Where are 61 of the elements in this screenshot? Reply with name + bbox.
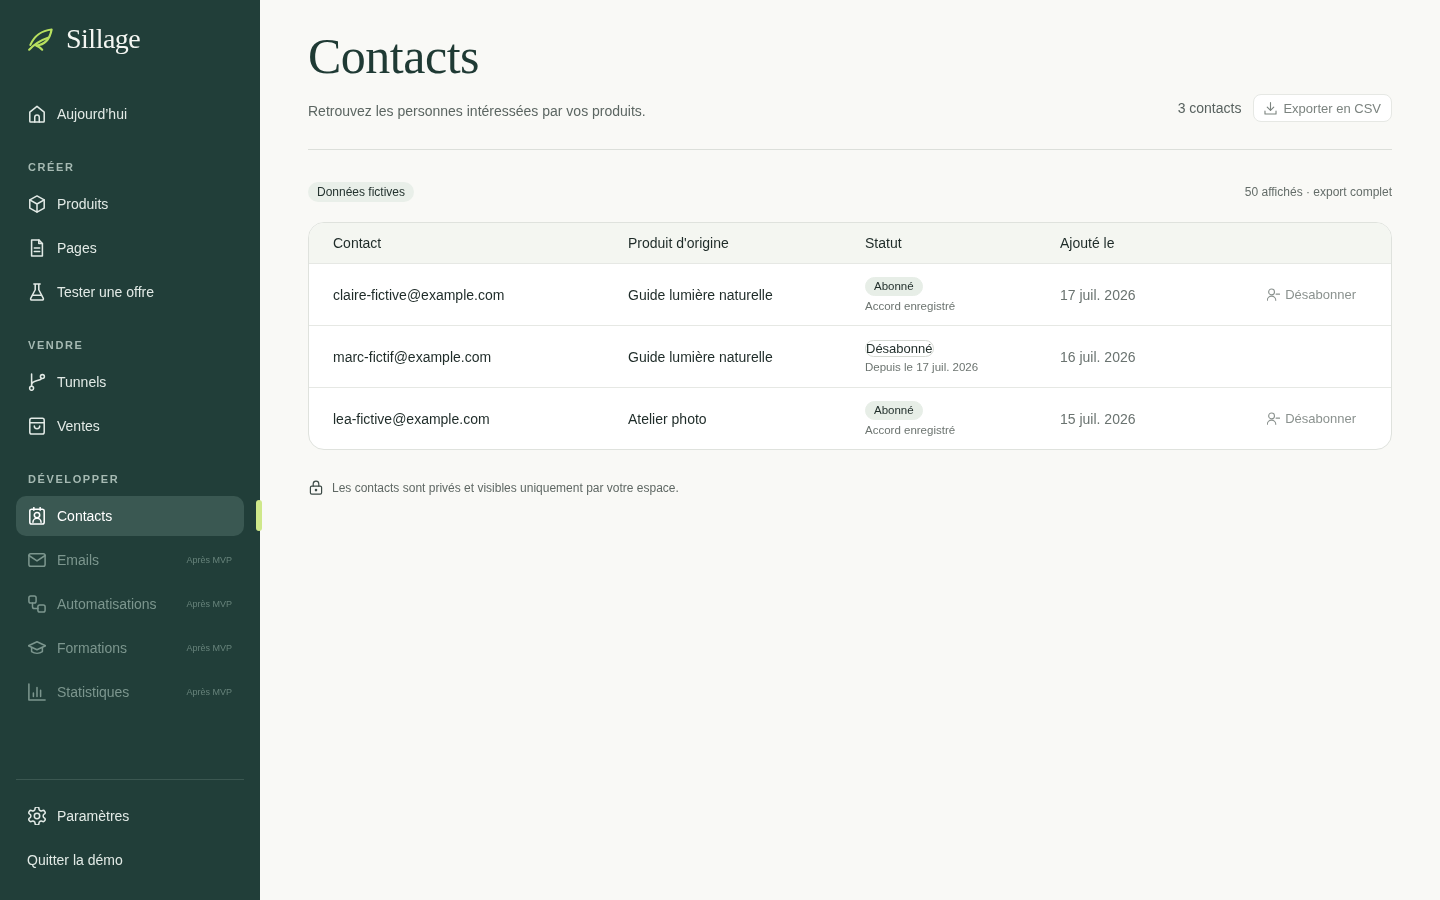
- product-name: Atelier photo: [628, 410, 708, 427]
- graduation-cap-icon: [28, 639, 46, 657]
- added-date: 17 juil. 2026: [1060, 286, 1137, 303]
- section-heading: DÉVELOPPER: [27, 472, 121, 487]
- privacy-note: Les contacts sont privés et visibles uniquement par votre espace.: [332, 480, 679, 495]
- cube-icon: [28, 195, 46, 213]
- product-name: Guide lumière naturelle: [628, 348, 774, 365]
- column-header: Produit d'origine: [628, 235, 730, 251]
- flask-icon: [28, 283, 46, 301]
- contact-card-icon: [28, 507, 46, 525]
- after-mvp-label: Après MVP: [186, 643, 232, 653]
- user-minus-icon: [1267, 412, 1281, 425]
- user-minus-icon: [1267, 288, 1281, 301]
- contact-count: 3 contacts: [1177, 100, 1242, 116]
- after-mvp-label: Après MVP: [186, 599, 232, 609]
- document-icon: [28, 239, 46, 257]
- section-heading: CRÉER: [27, 160, 76, 175]
- after-mvp-label: Après MVP: [186, 687, 232, 697]
- added-date: 16 juil. 2026: [1060, 348, 1137, 365]
- page-title: Contacts: [308, 28, 480, 84]
- bag-icon: [28, 417, 46, 435]
- settings-link[interactable]: Paramètres: [16, 796, 244, 836]
- column-header: Statut: [865, 235, 903, 251]
- nav-item[interactable]: Aujourd’hui: [16, 94, 244, 134]
- lock-icon: [309, 480, 323, 495]
- product-name: Guide lumière naturelle: [628, 286, 774, 303]
- contact-email: lea-fictive@example.com: [333, 410, 491, 427]
- column-header: Ajouté le: [1060, 235, 1116, 251]
- status-note: Accord enregistré: [865, 300, 956, 312]
- mail-icon: [28, 551, 46, 569]
- brand-name: Sillage: [66, 24, 141, 54]
- download-icon: [1264, 101, 1278, 115]
- leaf-logo-icon: [28, 27, 54, 51]
- after-mvp-label: Après MVP: [186, 555, 232, 565]
- branch-icon: [28, 373, 46, 391]
- workflow-icon: [28, 595, 46, 613]
- nav-item[interactable]: Produits: [16, 184, 244, 224]
- settings-icon: [28, 807, 46, 825]
- export-csv-button[interactable]: Exporter en CSV: [1253, 94, 1392, 122]
- status-note: Accord enregistré: [865, 424, 956, 436]
- added-date: 15 juil. 2026: [1060, 410, 1137, 427]
- exit-demo-link[interactable]: Quitter la démo: [16, 840, 244, 880]
- contact-email: marc-fictif@example.com: [333, 348, 493, 365]
- active-indicator: [256, 500, 262, 531]
- status-tag: Abonné: [865, 401, 923, 420]
- status-tag: Abonné: [865, 277, 923, 296]
- status-tag: Désabonné: [865, 340, 934, 357]
- sample-data-tag: Données fictives: [308, 182, 415, 202]
- status-note: Depuis le 17 juil. 2026: [865, 361, 979, 373]
- section-heading: VENDRE: [27, 338, 85, 353]
- nav-item[interactable]: Tunnels: [16, 362, 244, 402]
- contact-email: claire-fictive@example.com: [333, 286, 506, 303]
- column-header: Contact: [333, 235, 383, 251]
- nav-item[interactable]: Contacts: [16, 496, 244, 536]
- bar-chart-icon: [28, 683, 46, 701]
- nav-item[interactable]: Tester une offre: [16, 272, 244, 312]
- nav-item[interactable]: Pages: [16, 228, 244, 268]
- page-subtitle: Retrouvez les personnes intéressées par vos produits.: [308, 102, 646, 121]
- nav-item[interactable]: Ventes: [16, 406, 244, 446]
- home-icon: [28, 105, 46, 123]
- display-info: 50 affichés · export complet: [1244, 185, 1392, 199]
